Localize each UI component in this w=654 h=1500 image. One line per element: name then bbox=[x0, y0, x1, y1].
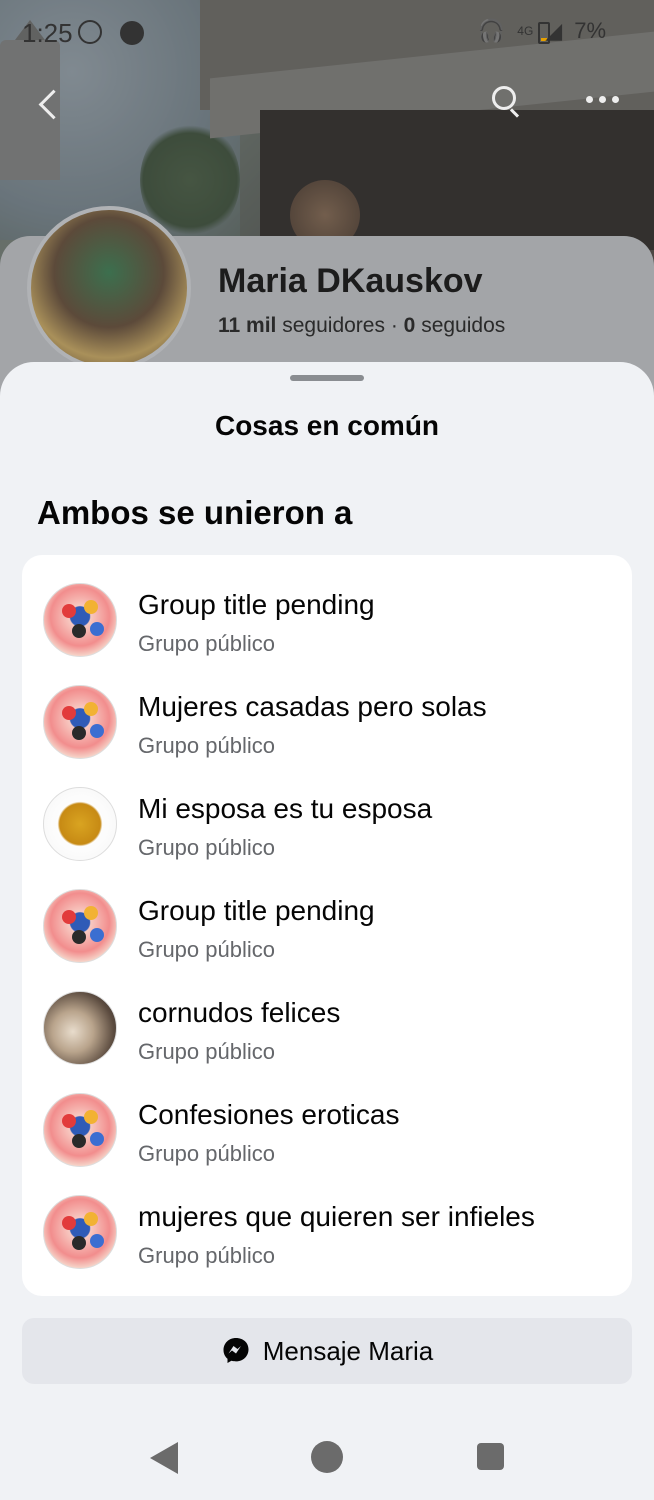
group-type: Grupo público bbox=[138, 631, 275, 656]
group-row[interactable]: cornudos felices Grupo público bbox=[22, 967, 632, 1069]
group-row[interactable]: Group title pending Grupo público bbox=[22, 865, 632, 967]
group-name: Group title pending bbox=[138, 895, 375, 926]
group-type: Grupo público bbox=[138, 835, 275, 860]
group-avatar bbox=[43, 1195, 117, 1269]
group-avatar bbox=[43, 889, 117, 963]
group-type: Grupo público bbox=[138, 937, 275, 962]
system-recents-icon[interactable] bbox=[477, 1443, 504, 1470]
signal-icon: ◢ bbox=[545, 18, 563, 43]
whatsapp-notification-icon bbox=[78, 20, 102, 44]
group-type: Grupo público bbox=[138, 733, 275, 758]
profile-follow-stats: 11 mil seguidores · 0 seguidos bbox=[218, 314, 505, 338]
following-count: 0 bbox=[403, 314, 416, 337]
group-type: Grupo público bbox=[138, 1039, 275, 1064]
network-label: 4G bbox=[517, 24, 534, 38]
group-row[interactable]: Confesiones eroticas Grupo público bbox=[22, 1069, 632, 1171]
group-row[interactable]: mujeres que quieren ser infieles Grupo p… bbox=[22, 1171, 632, 1273]
back-chevron-left-icon[interactable] bbox=[28, 84, 68, 124]
search-icon[interactable] bbox=[490, 84, 526, 120]
group-row[interactable]: Group title pending Grupo público bbox=[22, 559, 632, 661]
group-row[interactable]: Mujeres casadas pero solas Grupo público bbox=[22, 661, 632, 763]
system-navigation-bar bbox=[0, 1408, 654, 1500]
more-horizontal-icon[interactable] bbox=[586, 96, 619, 103]
messenger-icon bbox=[223, 1338, 249, 1363]
stats-separator: · bbox=[390, 314, 398, 337]
status-time: 1:25 bbox=[22, 18, 73, 48]
group-name: Group title pending bbox=[138, 589, 375, 620]
message-button[interactable]: Mensaje Maria bbox=[22, 1318, 632, 1384]
group-type: Grupo público bbox=[138, 1141, 275, 1166]
group-name: Mi esposa es tu esposa bbox=[138, 793, 433, 824]
sheet-title: Cosas en común bbox=[214, 410, 440, 441]
followers-count: 11 mil bbox=[218, 314, 277, 337]
profile-name: Maria DKauskov bbox=[218, 262, 483, 300]
group-row[interactable]: Mi esposa es tu esposa Grupo público bbox=[22, 763, 632, 865]
group-avatar bbox=[43, 1093, 117, 1167]
system-home-icon[interactable] bbox=[311, 1441, 343, 1473]
section-title: Ambos se unieron a bbox=[37, 494, 353, 531]
group-avatar bbox=[43, 787, 117, 861]
group-name: cornudos felices bbox=[138, 997, 341, 1028]
system-back-icon[interactable] bbox=[150, 1442, 178, 1474]
group-avatar bbox=[43, 685, 117, 759]
following-label: seguidos bbox=[421, 314, 506, 337]
group-avatar bbox=[43, 991, 117, 1065]
groups-list: Group title pending Grupo público Mujere… bbox=[22, 555, 632, 1296]
status-right: 🎧 4G ◢ 7% bbox=[478, 18, 606, 44]
group-type: Grupo público bbox=[138, 1243, 275, 1268]
group-name: Confesiones eroticas bbox=[138, 1099, 400, 1130]
profile-avatar[interactable] bbox=[27, 206, 191, 370]
group-name: Mujeres casadas pero solas bbox=[138, 691, 487, 722]
sheet-drag-handle[interactable] bbox=[290, 375, 364, 381]
group-name: mujeres que quieren ser infieles bbox=[138, 1201, 535, 1232]
followers-label: seguidores bbox=[282, 314, 385, 337]
status-bar: 1:25 🎧 4G ◢ 7% bbox=[0, 0, 654, 64]
bottom-sheet: Cosas en común Ambos se unieron a Group … bbox=[0, 362, 654, 1500]
headphones-icon: 🎧 bbox=[477, 18, 506, 43]
group-avatar bbox=[43, 583, 117, 657]
battery-level: 7% bbox=[574, 18, 606, 43]
globe-notification-icon bbox=[120, 21, 144, 45]
message-button-label: Mensaje Maria bbox=[262, 1335, 434, 1366]
